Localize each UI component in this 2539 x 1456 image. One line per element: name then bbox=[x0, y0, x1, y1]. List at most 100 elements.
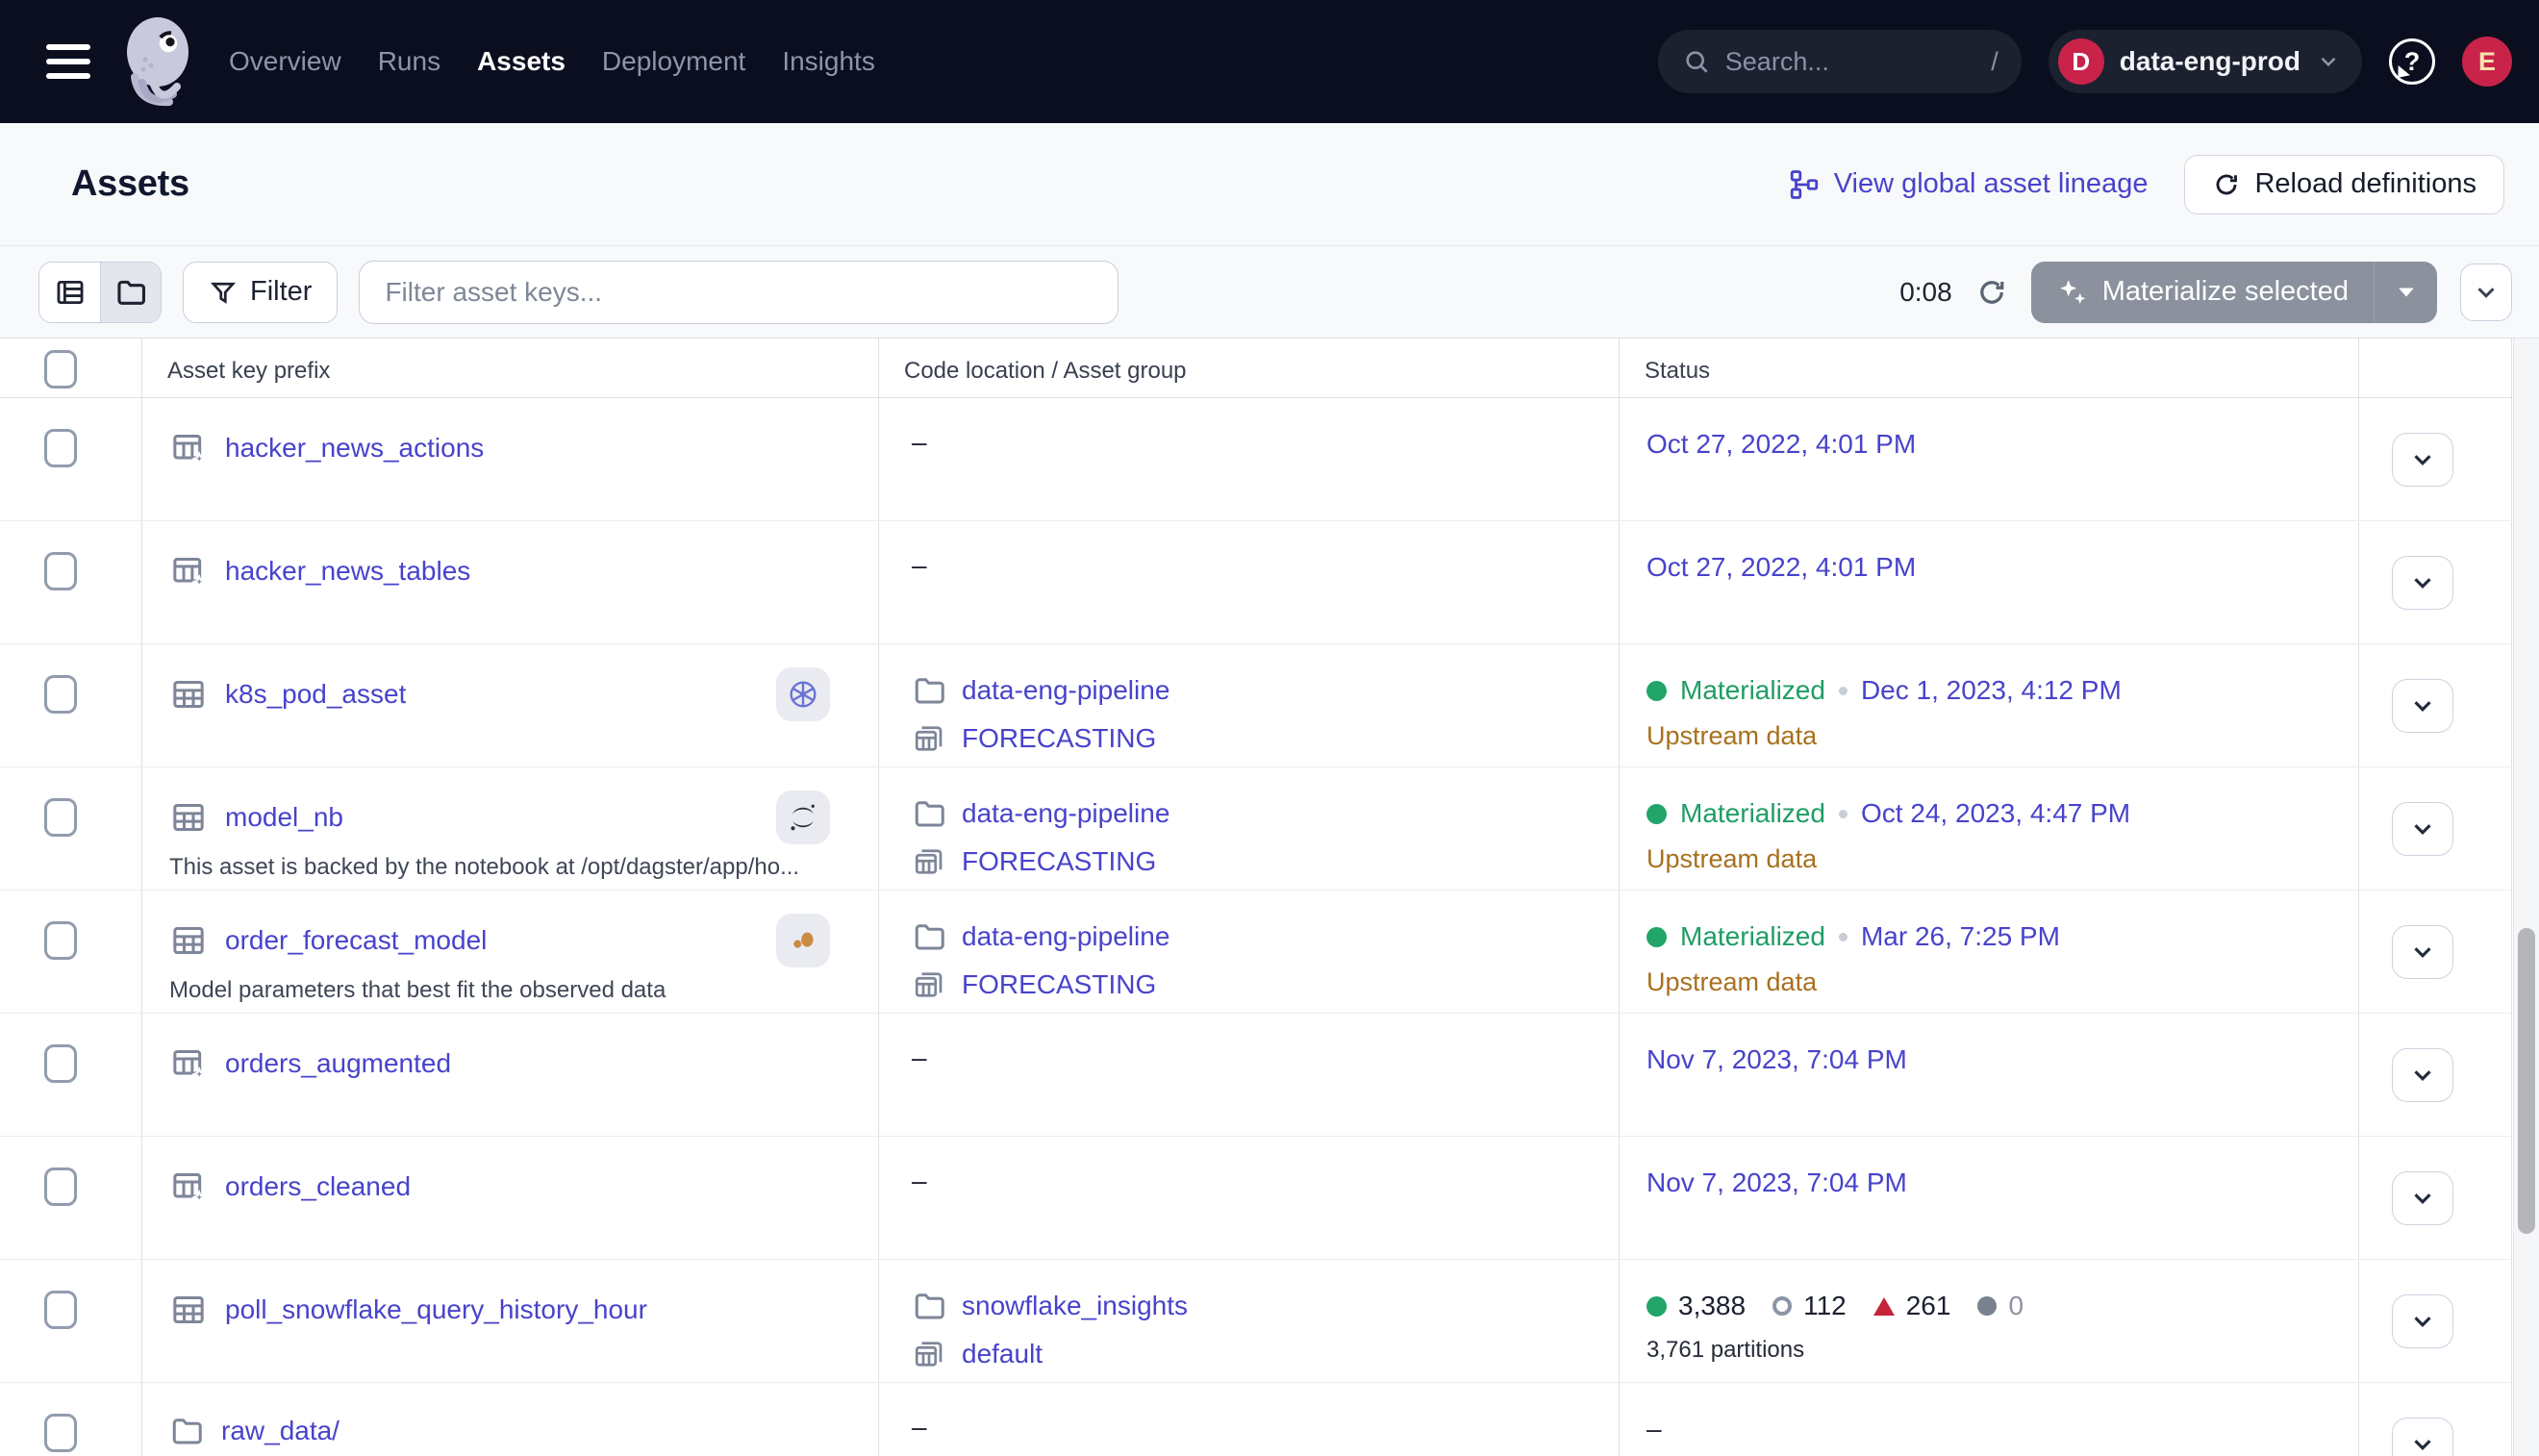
asset-group-link[interactable]: FORECASTING bbox=[962, 846, 1156, 877]
more-actions-button[interactable] bbox=[2460, 264, 2512, 321]
kubernetes-badge bbox=[776, 667, 830, 721]
chevron-down-icon bbox=[2408, 938, 2437, 966]
row-expand-button[interactable] bbox=[2392, 1294, 2453, 1348]
nav-insights[interactable]: Insights bbox=[782, 46, 875, 77]
table-icon bbox=[169, 1291, 208, 1329]
nav-assets[interactable]: Assets bbox=[477, 46, 566, 77]
asset-key-link[interactable]: order_forecast_model bbox=[225, 925, 487, 956]
help-button[interactable]: ? bbox=[2389, 38, 2435, 85]
materialized-label: Materialized bbox=[1680, 675, 1825, 706]
materialization-date-link[interactable]: Nov 7, 2023, 7:04 PM bbox=[1647, 1044, 1907, 1074]
row-expand-button[interactable] bbox=[2392, 1048, 2453, 1102]
filter-button[interactable]: Filter bbox=[183, 262, 338, 323]
asset-key-link[interactable]: model_nb bbox=[225, 802, 343, 833]
materialization-date-link[interactable]: Mar 26, 7:25 PM bbox=[1861, 921, 2060, 952]
search-input[interactable] bbox=[1725, 47, 1977, 77]
empty-value: – bbox=[912, 427, 1619, 458]
table-header-row: Asset key prefix Code location / Asset g… bbox=[0, 339, 2512, 398]
materialize-selected-button[interactable]: Materialize selected bbox=[2031, 262, 2374, 323]
sparkles-icon bbox=[2056, 276, 2089, 309]
hamburger-menu-button[interactable] bbox=[46, 38, 96, 85]
row-checkbox[interactable] bbox=[44, 552, 77, 590]
row-checkbox[interactable] bbox=[44, 429, 77, 467]
nav-overview[interactable]: Overview bbox=[229, 46, 341, 77]
chevron-down-icon bbox=[2408, 1061, 2437, 1090]
triangle-icon bbox=[1873, 1297, 1895, 1316]
materialization-status: Materialized Dec 1, 2023, 4:12 PM bbox=[1647, 675, 2358, 706]
materialization-date-link[interactable]: Nov 7, 2023, 7:04 PM bbox=[1647, 1167, 1907, 1197]
materialization-date-link[interactable]: Oct 27, 2022, 4:01 PM bbox=[1647, 429, 1916, 459]
materialization-date-link[interactable]: Oct 27, 2022, 4:01 PM bbox=[1647, 552, 1916, 582]
asset-key-link[interactable]: poll_snowflake_query_history_hour bbox=[225, 1294, 647, 1325]
filter-asset-keys-input[interactable] bbox=[359, 261, 1119, 324]
view-mode-toggle bbox=[38, 262, 162, 323]
search-icon bbox=[1681, 46, 1712, 77]
row-checkbox[interactable] bbox=[44, 1044, 77, 1083]
row-expand-button[interactable] bbox=[2392, 1418, 2453, 1456]
asset-key-link[interactable]: raw_data/ bbox=[221, 1416, 339, 1446]
materialize-button-label: Materialize selected bbox=[2102, 276, 2349, 308]
asset-key-link[interactable]: hacker_news_tables bbox=[225, 556, 470, 587]
table-icon bbox=[169, 675, 208, 714]
deployment-badge: D bbox=[2058, 38, 2104, 85]
row-checkbox[interactable] bbox=[44, 1167, 77, 1206]
table-row: orders_cleaned –Nov 7, 2023, 7:04 PM bbox=[0, 1137, 2512, 1260]
row-expand-button[interactable] bbox=[2392, 925, 2453, 979]
nav-runs[interactable]: Runs bbox=[378, 46, 440, 77]
row-checkbox[interactable] bbox=[44, 1291, 77, 1329]
code-location-link[interactable]: data-eng-pipeline bbox=[962, 675, 1169, 706]
refresh-button[interactable] bbox=[1975, 276, 2008, 309]
row-expand-button[interactable] bbox=[2392, 802, 2453, 856]
row-expand-button[interactable] bbox=[2392, 1171, 2453, 1225]
chevron-down-icon bbox=[2408, 691, 2437, 720]
asset-group-link[interactable]: FORECASTING bbox=[962, 969, 1156, 1000]
reload-definitions-button[interactable]: Reload definitions bbox=[2184, 155, 2504, 214]
select-all-checkbox[interactable] bbox=[44, 350, 77, 389]
materialized-count: 3,388 bbox=[1647, 1291, 1746, 1321]
row-checkbox[interactable] bbox=[44, 798, 77, 837]
global-search[interactable]: / bbox=[1658, 30, 2022, 93]
empty-value: – bbox=[912, 1412, 1619, 1443]
materialization-date-link[interactable]: Oct 24, 2023, 4:47 PM bbox=[1861, 798, 2130, 829]
table-row: order_forecast_modelModel parameters tha… bbox=[0, 891, 2512, 1014]
row-checkbox[interactable] bbox=[44, 1414, 77, 1452]
asset-group-link[interactable]: default bbox=[962, 1339, 1043, 1369]
row-expand-button[interactable] bbox=[2392, 679, 2453, 733]
code-location-link[interactable]: snowflake_insights bbox=[962, 1291, 1188, 1321]
column-header-asset-key-prefix: Asset key prefix bbox=[142, 339, 879, 397]
chevron-down-icon bbox=[2472, 278, 2501, 307]
materialization-date-link[interactable]: Dec 1, 2023, 4:12 PM bbox=[1861, 675, 2122, 706]
code-location-link[interactable]: data-eng-pipeline bbox=[962, 798, 1169, 829]
asset-group-icon bbox=[912, 1337, 946, 1371]
view-global-asset-lineage-link[interactable]: View global asset lineage bbox=[1788, 168, 2149, 201]
row-expand-button[interactable] bbox=[2392, 433, 2453, 487]
user-avatar[interactable]: E bbox=[2462, 37, 2512, 87]
table-icon bbox=[169, 798, 208, 837]
asset-key-link[interactable]: hacker_news_actions bbox=[225, 433, 484, 464]
code-location-link[interactable]: data-eng-pipeline bbox=[962, 921, 1169, 952]
lineage-link-label: View global asset lineage bbox=[1834, 168, 2149, 200]
nav-deployment[interactable]: Deployment bbox=[602, 46, 745, 77]
upstream-data-note: Upstream data bbox=[1647, 967, 2358, 997]
column-header-code-location: Code location / Asset group bbox=[879, 339, 1620, 397]
row-checkbox[interactable] bbox=[44, 675, 77, 714]
scrollbar-thumb[interactable] bbox=[2518, 928, 2535, 1234]
asset-key-link[interactable]: orders_cleaned bbox=[225, 1171, 411, 1202]
asset-prefix-icon bbox=[169, 552, 208, 590]
list-view-button[interactable] bbox=[39, 263, 100, 322]
count-value: 261 bbox=[1906, 1291, 1951, 1321]
workspace-switcher[interactable]: D data-eng-prod bbox=[2049, 30, 2362, 93]
chevron-down-icon bbox=[2316, 49, 2341, 74]
asset-key-link[interactable]: orders_augmented bbox=[225, 1048, 451, 1079]
row-expand-button[interactable] bbox=[2392, 556, 2453, 610]
row-checkbox[interactable] bbox=[44, 921, 77, 960]
dagster-logo bbox=[112, 12, 204, 119]
materialized-dot-icon bbox=[1647, 804, 1667, 824]
materialize-dropdown-caret[interactable] bbox=[2374, 262, 2437, 323]
folder-view-button[interactable] bbox=[100, 263, 161, 322]
asset-group-link[interactable]: FORECASTING bbox=[962, 723, 1156, 754]
table-row: k8s_pod_asset data-eng-pipeline FORECASTIN… bbox=[0, 644, 2512, 767]
assets-table: Asset key prefix Code location / Asset g… bbox=[0, 339, 2539, 1456]
asset-key-link[interactable]: k8s_pod_asset bbox=[225, 679, 406, 710]
empty-value: – bbox=[912, 1166, 1619, 1196]
